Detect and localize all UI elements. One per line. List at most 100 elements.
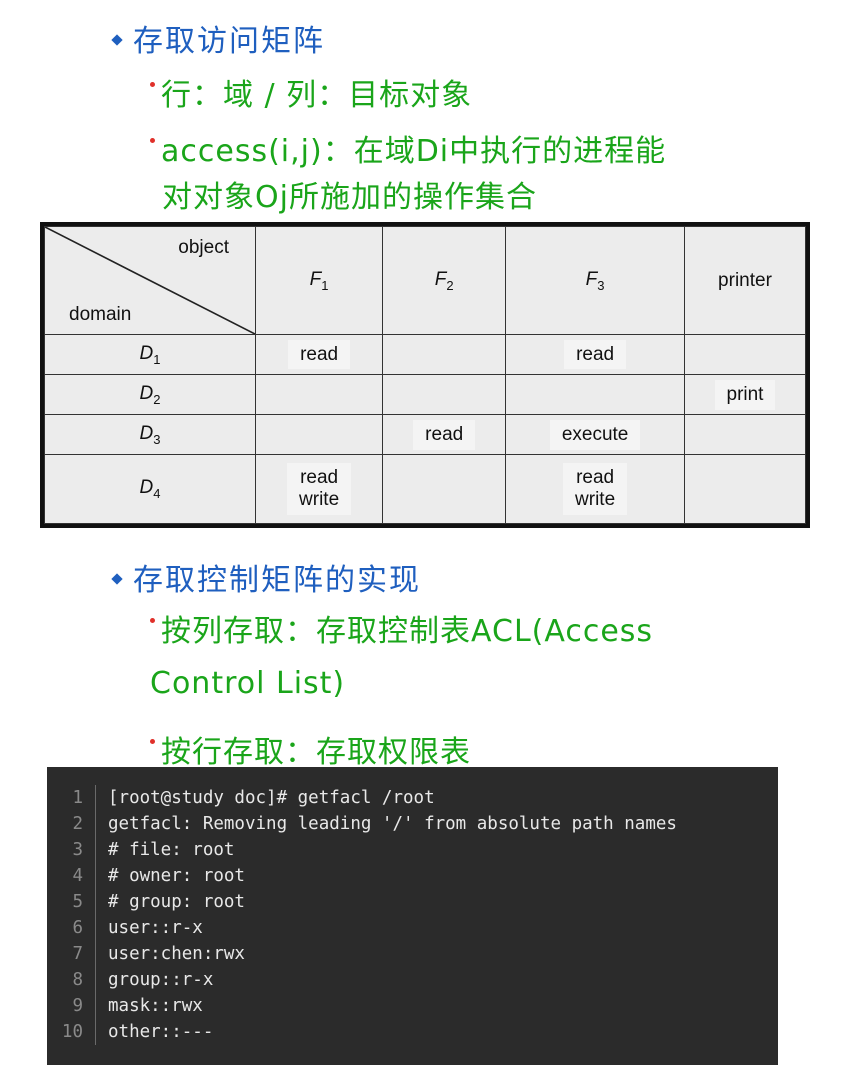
dot-bullet-icon: [150, 82, 155, 87]
code-text: user::r-x: [108, 918, 203, 938]
matrix-cell: read write: [505, 454, 685, 524]
dot-bullet-icon: [150, 618, 155, 623]
column-label-sub: 1: [321, 277, 329, 293]
matrix-cell: [505, 374, 685, 416]
code-line: 6 user::r-x: [47, 915, 778, 941]
matrix-row: D3 read execute: [44, 414, 807, 456]
access-matrix-table: object domain F1 F2 F3 printer D1 read read D2…: [40, 222, 810, 528]
gutter-separator: [95, 915, 96, 941]
line-number: 5: [72, 892, 83, 912]
matrix-cell: read: [382, 414, 507, 456]
row-label: D1: [139, 342, 161, 367]
diamond-bullet-icon: [111, 33, 123, 46]
matrix-cell: [382, 374, 507, 416]
matrix-row: D2 print: [44, 374, 807, 416]
code-line: 9 mask::rwx: [47, 993, 778, 1019]
code-text: # file: root: [108, 840, 235, 860]
column-label: printer: [718, 269, 772, 291]
corner-object-label: object: [178, 237, 229, 258]
row-label: D3: [140, 423, 161, 447]
gutter-separator: [95, 837, 96, 863]
bullet-capability-list: 按行存取：存取权限表: [150, 727, 471, 771]
row-label-base: D: [139, 477, 154, 499]
code-line: 5 # group: root: [47, 889, 778, 915]
bullet-acl: 按列存取：存取控制表ACL(Access: [150, 606, 653, 650]
row-label-sub: 1: [153, 351, 161, 367]
matrix-cell: read: [254, 333, 384, 376]
code-line: 2 getfacl: Removing leading '/' from abso…: [47, 811, 778, 837]
cell-rights: read: [564, 339, 627, 370]
line-number: 10: [61, 1022, 83, 1042]
heading-access-matrix: 存取访问矩阵: [111, 16, 325, 60]
heading-matrix-implementation: 存取控制矩阵的实现: [111, 555, 421, 599]
column-label-sub: 2: [446, 277, 454, 293]
gutter-separator: [95, 941, 96, 967]
matrix-row: D1 read read: [44, 333, 807, 376]
line-number: 6: [72, 918, 83, 938]
column-label-base: F: [434, 268, 447, 290]
code-line: 7 user:chen:rwx: [47, 941, 778, 967]
corner-domain-label: domain: [69, 304, 132, 325]
getfacl-code-block: 1 [root@study doc]# getfacl /root 2 getfacl…: [47, 767, 778, 1065]
gutter-separator: [95, 1019, 96, 1045]
code-text: # group: root: [108, 892, 245, 912]
matrix: object domain F1 F2 F3 printer D1 read read D2…: [44, 226, 807, 524]
code-line: 10 other::---: [47, 1019, 778, 1045]
code-text: mask::rwx: [108, 996, 203, 1016]
code-line: 8 group::r-x: [47, 967, 778, 993]
row-label-base: D: [139, 342, 154, 364]
matrix-header-row: object domain F1 F2 F3 printer: [44, 226, 807, 335]
cell-rights: read write: [287, 463, 352, 516]
cell-rights: execute: [549, 419, 641, 450]
column-label: F2: [434, 268, 454, 293]
matrix-cell: [382, 333, 507, 376]
row-label-sub: 3: [153, 431, 161, 447]
gutter-separator: [95, 785, 96, 811]
matrix-row-header: D3: [44, 414, 256, 456]
row-label-sub: 4: [153, 486, 161, 502]
code-text: group::r-x: [108, 970, 214, 990]
matrix-cell: [254, 414, 384, 456]
code-line: 4 # owner: root: [47, 863, 778, 889]
code-line: 1 [root@study doc]# getfacl /root: [47, 785, 778, 811]
line-number: 3: [72, 840, 83, 860]
cell-rights: read: [413, 419, 476, 450]
matrix-corner-cell: object domain: [44, 226, 256, 335]
matrix-cell: [683, 414, 807, 456]
cell-rights: read write: [563, 463, 628, 516]
code-line: 3 # file: root: [47, 837, 778, 863]
bullet-row-col: 行：域 / 列：目标对象: [150, 70, 472, 114]
column-label: F1: [309, 268, 329, 293]
matrix-column-header: F2: [382, 226, 507, 335]
matrix-cell: [382, 454, 507, 524]
gutter-separator: [95, 889, 96, 915]
column-label-base: F: [585, 268, 598, 290]
matrix-cell: read: [505, 333, 685, 376]
matrix-row-header: D2: [44, 374, 256, 416]
dot-bullet-icon: [150, 739, 155, 744]
matrix-cell: read write: [254, 454, 384, 524]
row-label: D2: [140, 383, 161, 407]
line-number: 1: [72, 788, 83, 808]
line-number: 7: [72, 944, 83, 964]
code-text: [root@study doc]# getfacl /root: [108, 788, 435, 808]
line-number: 9: [72, 996, 83, 1016]
matrix-cell: [683, 454, 807, 524]
code-text: getfacl: Removing leading '/' from absol…: [108, 814, 677, 834]
matrix-column-header: F1: [254, 226, 384, 335]
matrix-row-header: D1: [44, 333, 256, 376]
matrix-cell: [683, 333, 807, 376]
row-label-sub: 2: [153, 391, 161, 407]
column-label: F3: [585, 268, 605, 293]
code-text: other::---: [108, 1022, 214, 1042]
bullet-access-def: access(i,j)：在域Di中执行的进程能: [150, 126, 666, 170]
column-label-base: F: [309, 268, 322, 290]
row-label: D4: [139, 477, 161, 502]
line-number: 4: [72, 866, 83, 886]
matrix-column-header: printer: [683, 226, 807, 335]
line-number: 8: [72, 970, 83, 990]
gutter-separator: [95, 993, 96, 1019]
line-number: 2: [72, 814, 83, 834]
bullet-acl-cont: Control List): [150, 666, 346, 701]
matrix-cell: [254, 374, 384, 416]
